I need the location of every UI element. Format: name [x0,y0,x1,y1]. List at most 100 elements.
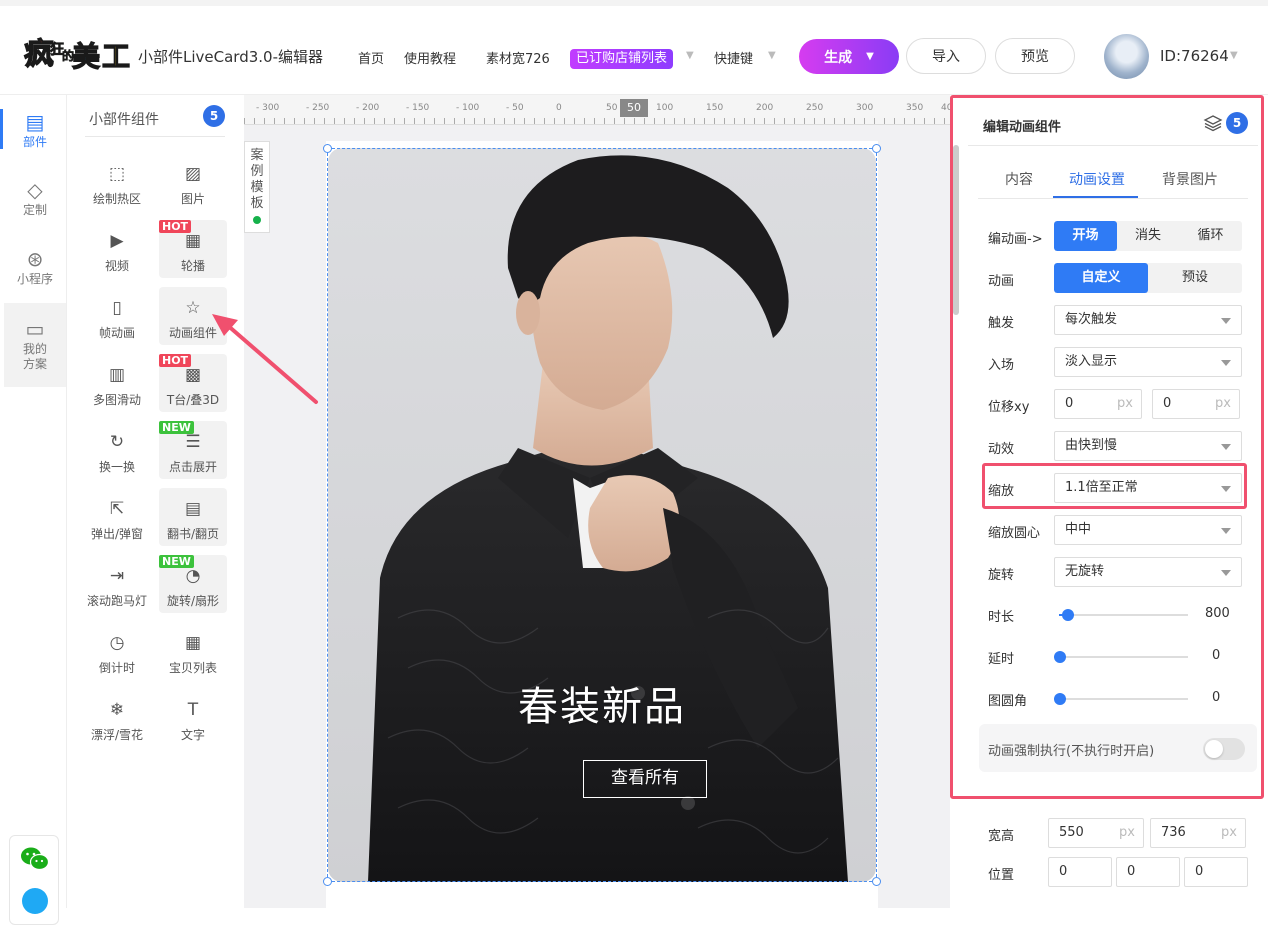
trigger-value: 每次触发 [1065,312,1118,327]
ruler-label: - 300 [256,103,280,113]
caret-down-icon [1221,444,1231,450]
force-execute-row: 动画强制执行(不执行时开启) [979,724,1257,772]
seg-preset[interactable]: 预设 [1148,263,1242,293]
component-clock[interactable]: ◷ 倒计时 [83,622,151,680]
position-x-input[interactable]: 0 [1048,857,1112,887]
offset-y-input[interactable]: 0 px [1152,389,1240,419]
height-input[interactable]: 736 px [1150,818,1246,848]
origin-select[interactable]: 中中 [1054,515,1242,545]
scale-select[interactable]: 1.1倍至正常 [1054,473,1242,503]
trigger-select[interactable]: 每次触发 [1054,305,1242,335]
slider-handle[interactable] [1054,693,1066,705]
tab-content[interactable]: 内容 [1005,169,1033,189]
position-y-input[interactable]: 0 [1116,857,1180,887]
slider-handle[interactable] [1054,651,1066,663]
force-execute-label: 动画强制执行(不执行时开启) [988,744,1155,759]
horizontal-ruler: - 300 - 250 - 200 - 150 - 100 - 50 0 50 100 150 20… [244,95,950,125]
generate-button[interactable]: 生成 ▼ [799,39,899,74]
slider-handle[interactable] [1061,609,1074,621]
component-hotspot[interactable]: ⬚ 绘制热区 [83,153,151,211]
resize-handle[interactable] [872,144,881,153]
svg-text:美: 美 [72,40,100,73]
component-video[interactable]: ▶ 视频 [83,220,151,278]
nav-material-width[interactable]: 素材宽726 [486,48,550,67]
preview-button[interactable]: 预览 [995,38,1075,74]
tag-badge: NEW [159,421,194,434]
chevron-down-icon: ▼ [686,50,694,61]
chevron-down-icon[interactable]: ▼ [1230,50,1238,61]
width-input[interactable]: 550 px [1048,818,1144,848]
nav-home[interactable]: 首页 [358,48,384,67]
rotate-label: 旋转 [988,568,1015,583]
rail-item-miniprogram[interactable]: ⊛ 小程序 [4,234,66,300]
ruler-label: 150 [706,103,724,113]
wechat-icon[interactable] [20,846,50,872]
enter-select[interactable]: 淡入显示 [1054,347,1242,377]
resize-handle[interactable] [323,144,332,153]
component-refresh[interactable]: ↻ 换一换 [83,421,151,479]
template-tab[interactable]: 案例模板 [244,141,270,233]
component-label: 换一换 [98,460,135,474]
easing-select[interactable]: 由快到慢 [1054,431,1242,461]
app-title: 小部件LiveCard3.0-编辑器 [138,48,323,66]
component-marquee[interactable]: ⇥ 滚动跑马灯 [83,555,151,613]
edit-anim-segment: 开场 消失 循环 [1054,221,1242,251]
nav-tutorial[interactable]: 使用教程 [404,48,456,67]
rail-item-custom[interactable]: ◇ 定制 [4,165,66,231]
enter-value: 淡入显示 [1065,354,1118,369]
component-grid-list[interactable]: ▦ 宝贝列表 [159,622,227,680]
seg-loop[interactable]: 循环 [1179,221,1242,251]
component-label: 轮播 [180,259,205,273]
panel-count-badge: 5 [1226,112,1248,134]
duration-value: 800 [1205,606,1230,621]
easing-value: 由快到慢 [1065,438,1118,453]
delay-slider[interactable] [1054,651,1188,663]
component-image[interactable]: ▨ 图片 [159,153,227,211]
left-rail: ▤ 部件 ◇ 定制 ⊛ 小程序 ▭ 我的方案 [0,95,67,925]
resize-handle[interactable] [323,877,332,886]
component-rotate[interactable]: NEW ◔ 旋转/扇形 [159,555,227,613]
component-carousel[interactable]: HOT ▦ 轮播 [159,220,227,278]
rotate-select[interactable]: 无旋转 [1054,557,1242,587]
position-z-input[interactable]: 0 [1184,857,1248,887]
component-multi-slide[interactable]: ▥ 多图滑动 [83,354,151,412]
origin-value: 中中 [1065,522,1092,537]
avatar[interactable] [1104,34,1149,79]
component-label: 文字 [180,728,205,742]
component-label: 点击展开 [168,460,217,474]
rail-item-parts[interactable]: ▤ 部件 [0,97,66,163]
rail-item-my-plans[interactable]: ▭ 我的方案 [4,303,66,387]
component-book[interactable]: ▤ 翻书/翻页 [159,488,227,546]
tab-background-image[interactable]: 背景图片 [1162,169,1218,189]
tag-badge: HOT [159,220,192,233]
radius-slider[interactable] [1054,693,1188,705]
list-icon: ▤ [25,109,45,134]
duration-slider[interactable] [1059,609,1188,621]
nav-shortcuts[interactable]: 快捷键 [714,48,753,67]
force-execute-toggle[interactable] [1203,738,1245,760]
chat-bubble-icon[interactable] [22,888,48,914]
offset-x-value: 0 [1065,396,1074,411]
component-expand[interactable]: NEW ☰ 点击展开 [159,421,227,479]
subscribed-shops-badge[interactable]: 已订购店铺列表 [570,49,674,69]
seg-opening[interactable]: 开场 [1054,221,1117,251]
svg-text:工: 工 [102,40,130,73]
offset-x-input[interactable]: 0 px [1054,389,1142,419]
seg-disappear[interactable]: 消失 [1117,221,1179,251]
component-snowflake[interactable]: ❄ 漂浮/雪花 [83,689,151,747]
width-value: 550 [1059,825,1084,840]
diamond-icon: ◇ [27,177,43,202]
unit-label: px [1215,396,1231,411]
unit-label: px [1117,396,1133,411]
component-gif[interactable]: ▯ 帧动画 [83,287,151,345]
caret-down-icon: ▼ [866,51,874,62]
brand-logo[interactable]: 疯 狂 的 美 工 [22,30,130,74]
tab-animation-settings[interactable]: 动画设置 [1069,169,1125,189]
resize-handle[interactable] [872,877,881,886]
layers-icon[interactable] [1203,113,1223,133]
seg-custom[interactable]: 自定义 [1054,263,1148,293]
carousel-icon: ▦ [184,231,202,251]
component-text[interactable]: T 文字 [159,689,227,747]
import-button[interactable]: 导入 [906,38,986,74]
component-popup[interactable]: ⇱ 弹出/弹窗 [83,488,151,546]
